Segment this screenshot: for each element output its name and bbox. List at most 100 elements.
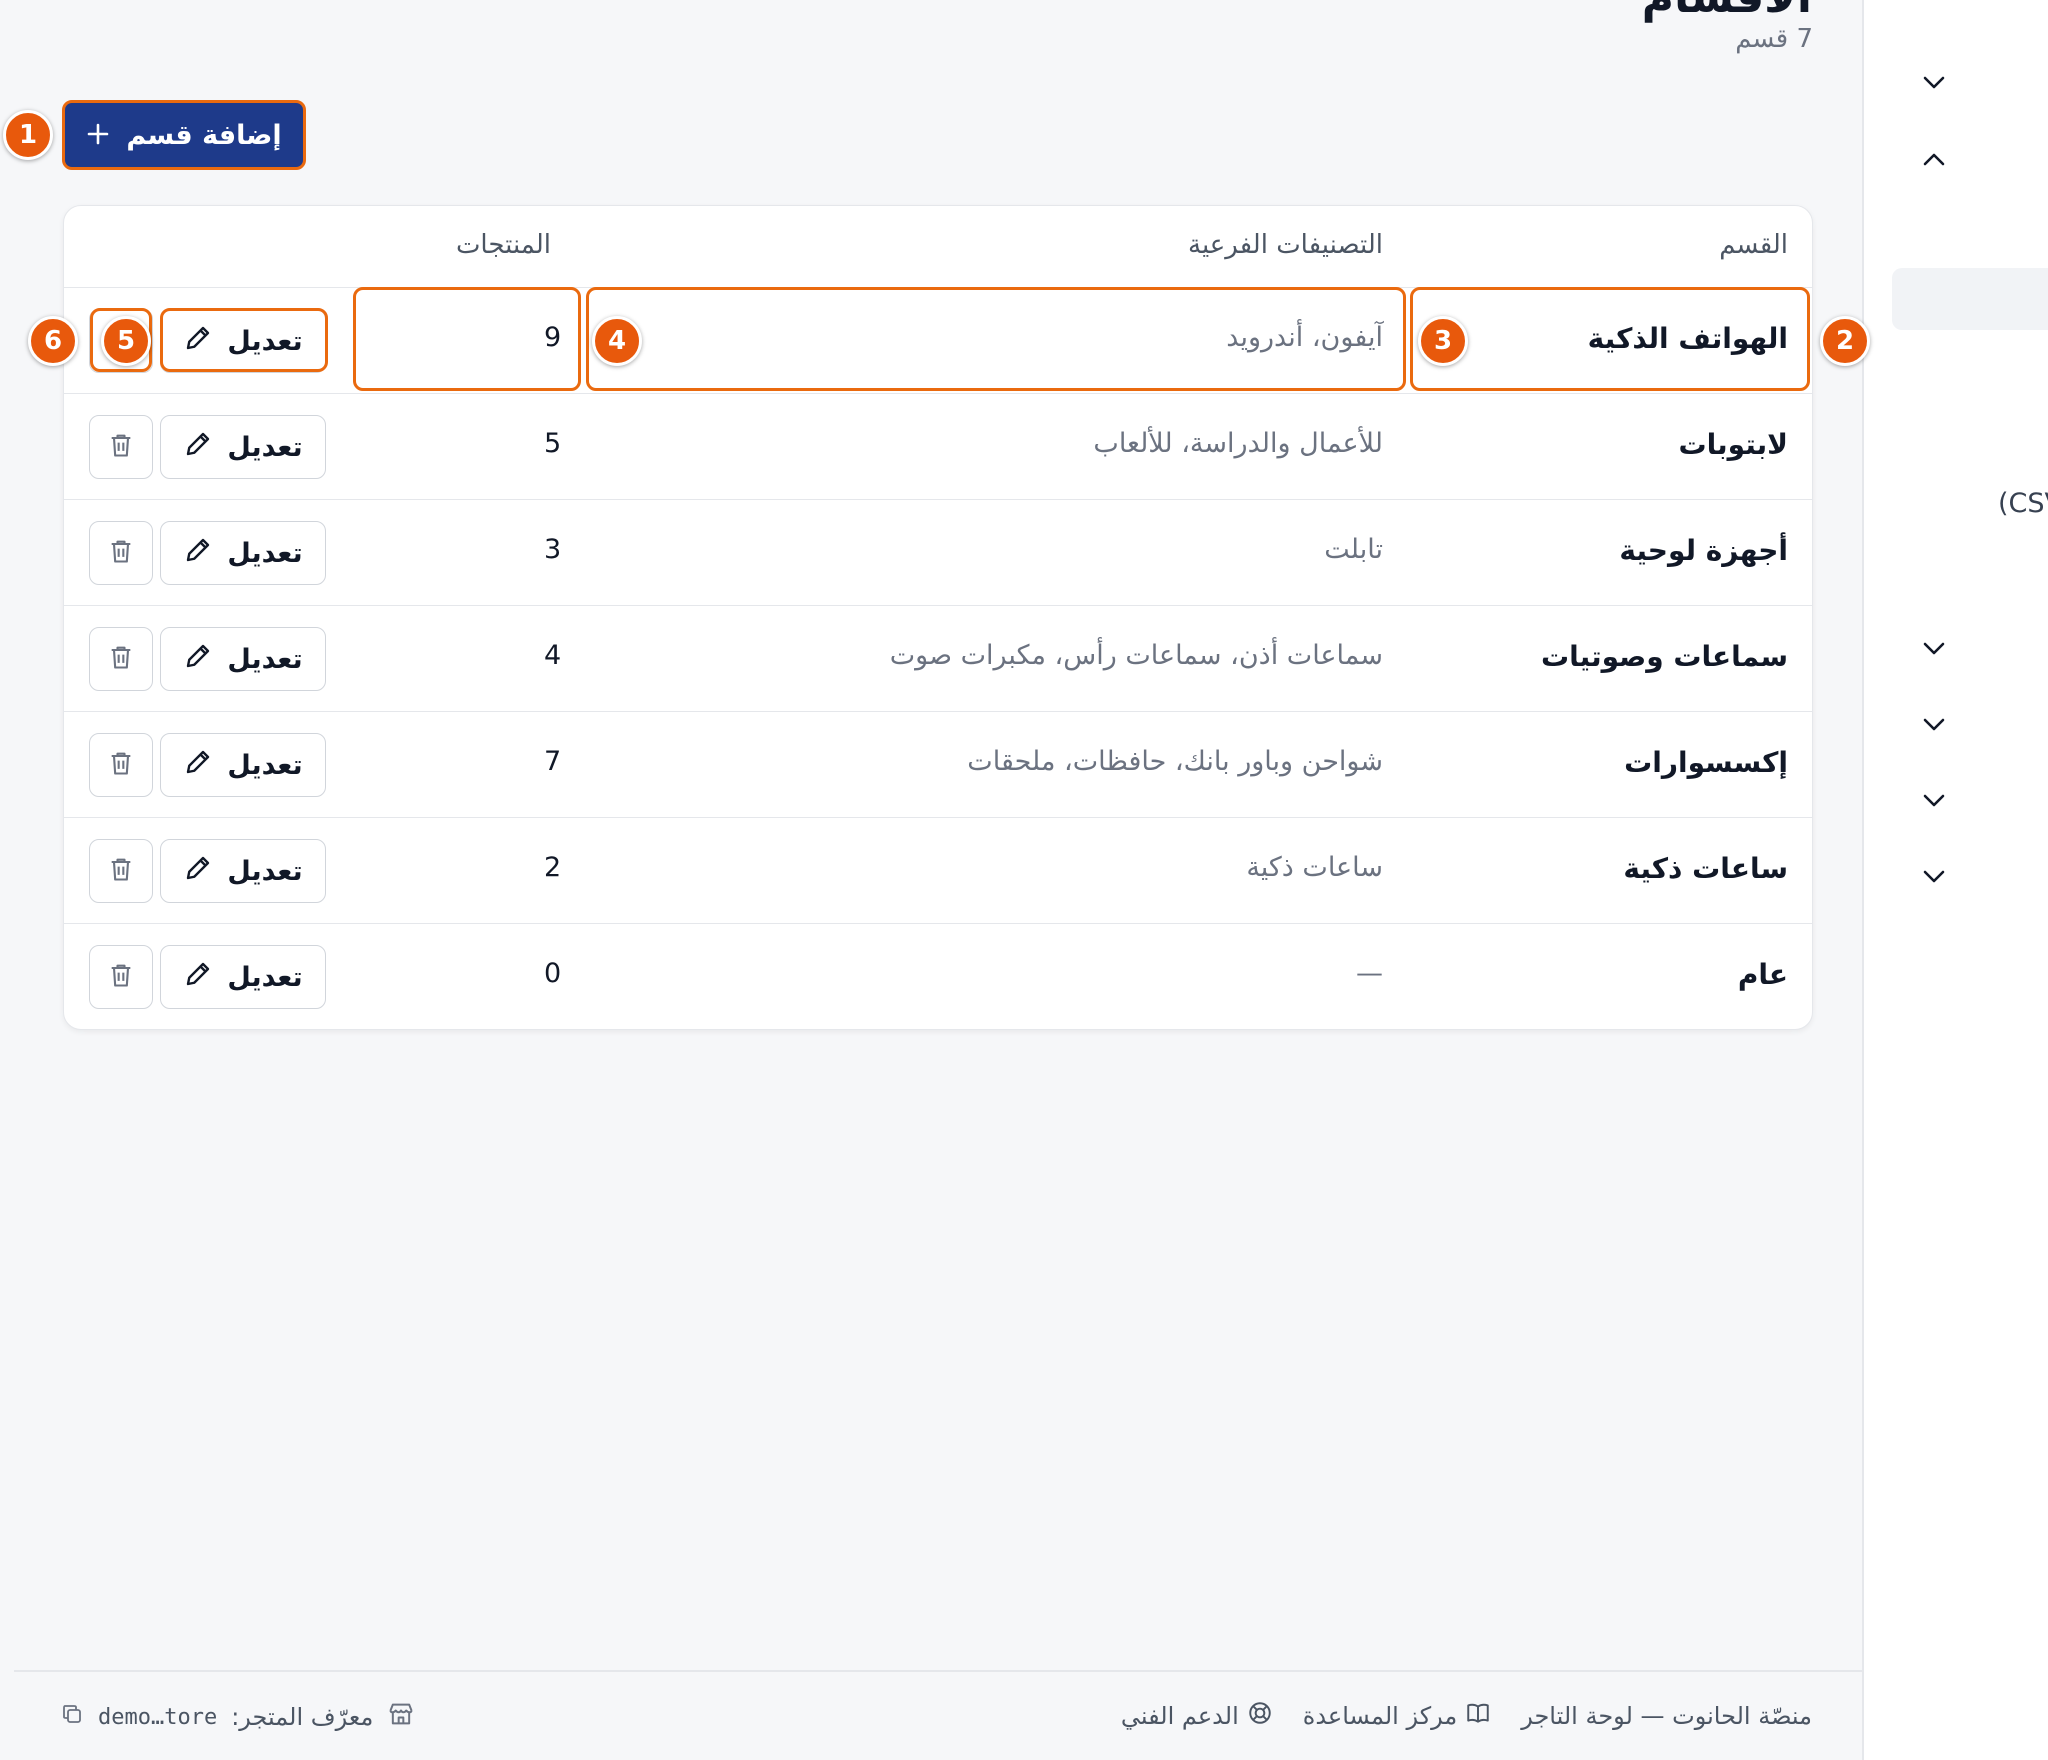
edit-button[interactable]: تعديل	[160, 309, 326, 373]
header-subcategories: التصنيفات الفرعية	[1188, 230, 1383, 260]
product-count: 7	[544, 746, 562, 777]
table-row: الهواتف الذكية آيفون، أندرويد 9 تعديل	[64, 288, 1812, 394]
pencil-icon	[183, 535, 213, 572]
category-count: 7 قسم	[1735, 24, 1813, 54]
edit-label: تعديل	[227, 855, 303, 887]
add-category-button[interactable]: إضافة قسم	[64, 102, 304, 168]
trash-icon	[107, 855, 135, 887]
subcategories: تابلت	[1324, 534, 1383, 565]
chevron-up-icon[interactable]	[1920, 145, 1948, 173]
table-row: لابتوبات للأعمال والدراسة، للألعاب 5 تعد…	[64, 394, 1812, 500]
annotation-badge: 4	[592, 316, 642, 366]
store-id-value: demo…tore	[98, 1704, 218, 1730]
table-row: أجهزة لوحية تابلت 3 تعديل	[64, 500, 1812, 606]
edit-button[interactable]: تعديل	[160, 839, 326, 903]
header-category: القسم	[1719, 230, 1788, 260]
category-name: سماعات وصوتيات	[1541, 640, 1788, 673]
footer-divider	[14, 1670, 1862, 1672]
table-header: القسم التصنيفات الفرعية المنتجات	[64, 206, 1812, 288]
sidebar: (CSV	[1862, 0, 2048, 1760]
edit-label: تعديل	[227, 537, 303, 569]
chevron-down-icon[interactable]	[1920, 787, 1948, 815]
chevron-down-icon[interactable]	[1920, 635, 1948, 663]
edit-label: تعديل	[227, 431, 303, 463]
add-category-label: إضافة قسم	[126, 119, 282, 151]
store-id-label: معرّف المتجر:	[231, 1703, 374, 1731]
header-products: المنتجات	[455, 230, 551, 260]
sidebar-item-label[interactable]: (CSV	[1998, 488, 2048, 519]
trash-icon	[107, 537, 135, 569]
edit-button[interactable]: تعديل	[160, 945, 326, 1009]
edit-label: تعديل	[227, 325, 303, 357]
delete-button[interactable]	[89, 521, 153, 585]
subcategories: ساعات ذكية	[1246, 852, 1383, 883]
footer-links: منصّة الحانوت — لوحة التاجر مركز المساعد…	[1121, 1700, 1812, 1732]
copy-icon[interactable]	[60, 1702, 84, 1732]
store-icon	[387, 1700, 415, 1734]
pencil-icon	[183, 959, 213, 996]
annotation-badge: 1	[3, 110, 53, 160]
trash-icon	[107, 643, 135, 675]
help-center-link[interactable]: مركز المساعدة	[1303, 1700, 1491, 1732]
product-count: 5	[544, 428, 562, 459]
table-row: إكسسوارات شواحن وباور بانك، حافظات، ملحق…	[64, 712, 1812, 818]
edit-button[interactable]: تعديل	[160, 521, 326, 585]
category-name: أجهزة لوحية	[1619, 534, 1788, 567]
annotation-badge: 5	[101, 316, 151, 366]
pencil-icon	[183, 641, 213, 678]
plus-icon	[86, 118, 110, 152]
pencil-icon	[183, 747, 213, 784]
edit-label: تعديل	[227, 749, 303, 781]
sidebar-active-item[interactable]	[1892, 268, 2048, 330]
product-count: 2	[544, 852, 562, 883]
category-name: الهواتف الذكية	[1587, 322, 1788, 355]
product-count: 0	[544, 958, 562, 989]
subcategories: آيفون، أندرويد	[1226, 322, 1383, 353]
edit-button[interactable]: تعديل	[160, 627, 326, 691]
store-id: demo…tore معرّف المتجر:	[60, 1700, 415, 1734]
trash-icon	[107, 749, 135, 781]
table-row: ساعات ذكية ساعات ذكية 2 تعديل	[64, 818, 1812, 924]
delete-button[interactable]	[89, 415, 153, 479]
category-name: ساعات ذكية	[1623, 852, 1788, 885]
table-row: سماعات وصوتيات سماعات أذن، سماعات رأس، م…	[64, 606, 1812, 712]
subcategories: للأعمال والدراسة، للألعاب	[1093, 428, 1383, 459]
product-count: 3	[544, 534, 562, 565]
pencil-icon	[183, 429, 213, 466]
book-icon	[1465, 1700, 1491, 1732]
support-label: الدعم الفني	[1120, 1702, 1239, 1730]
table-row: عام — 0 تعديل	[64, 924, 1812, 1029]
product-count: 4	[544, 640, 562, 671]
edit-label: تعديل	[227, 643, 303, 675]
edit-button[interactable]: تعديل	[160, 415, 326, 479]
subcategories: —	[1356, 958, 1383, 989]
subcategories: شواحن وباور بانك، حافظات، ملحقات	[967, 746, 1383, 777]
lifebuoy-icon	[1247, 1700, 1273, 1732]
edit-button[interactable]: تعديل	[160, 733, 326, 797]
delete-button[interactable]	[89, 627, 153, 691]
trash-icon	[107, 961, 135, 993]
category-name: لابتوبات	[1678, 428, 1788, 461]
subcategories: سماعات أذن، سماعات رأس، مكبرات صوت	[889, 640, 1383, 671]
annotation-badge: 2	[1820, 316, 1870, 366]
support-link[interactable]: الدعم الفني	[1121, 1700, 1273, 1732]
page-title: الأقسام	[1642, 0, 1812, 23]
chevron-down-icon[interactable]	[1920, 863, 1948, 891]
pencil-icon	[183, 323, 213, 360]
category-name: عام	[1737, 958, 1788, 991]
trash-icon	[107, 431, 135, 463]
edit-label: تعديل	[227, 961, 303, 993]
delete-button[interactable]	[89, 945, 153, 1009]
category-name: إكسسوارات	[1624, 746, 1788, 779]
help-center-label: مركز المساعدة	[1302, 1702, 1458, 1730]
product-count: 9	[544, 322, 562, 353]
delete-button[interactable]	[89, 839, 153, 903]
chevron-down-icon[interactable]	[1920, 711, 1948, 739]
annotation-badge: 3	[1418, 316, 1468, 366]
categories-table: القسم التصنيفات الفرعية المنتجات الهواتف…	[63, 205, 1813, 1030]
pencil-icon	[183, 853, 213, 890]
platform-name: منصّة الحانوت — لوحة التاجر	[1521, 1702, 1812, 1730]
delete-button[interactable]	[89, 733, 153, 797]
annotation-badge: 6	[28, 316, 78, 366]
chevron-down-icon[interactable]	[1920, 69, 1948, 97]
